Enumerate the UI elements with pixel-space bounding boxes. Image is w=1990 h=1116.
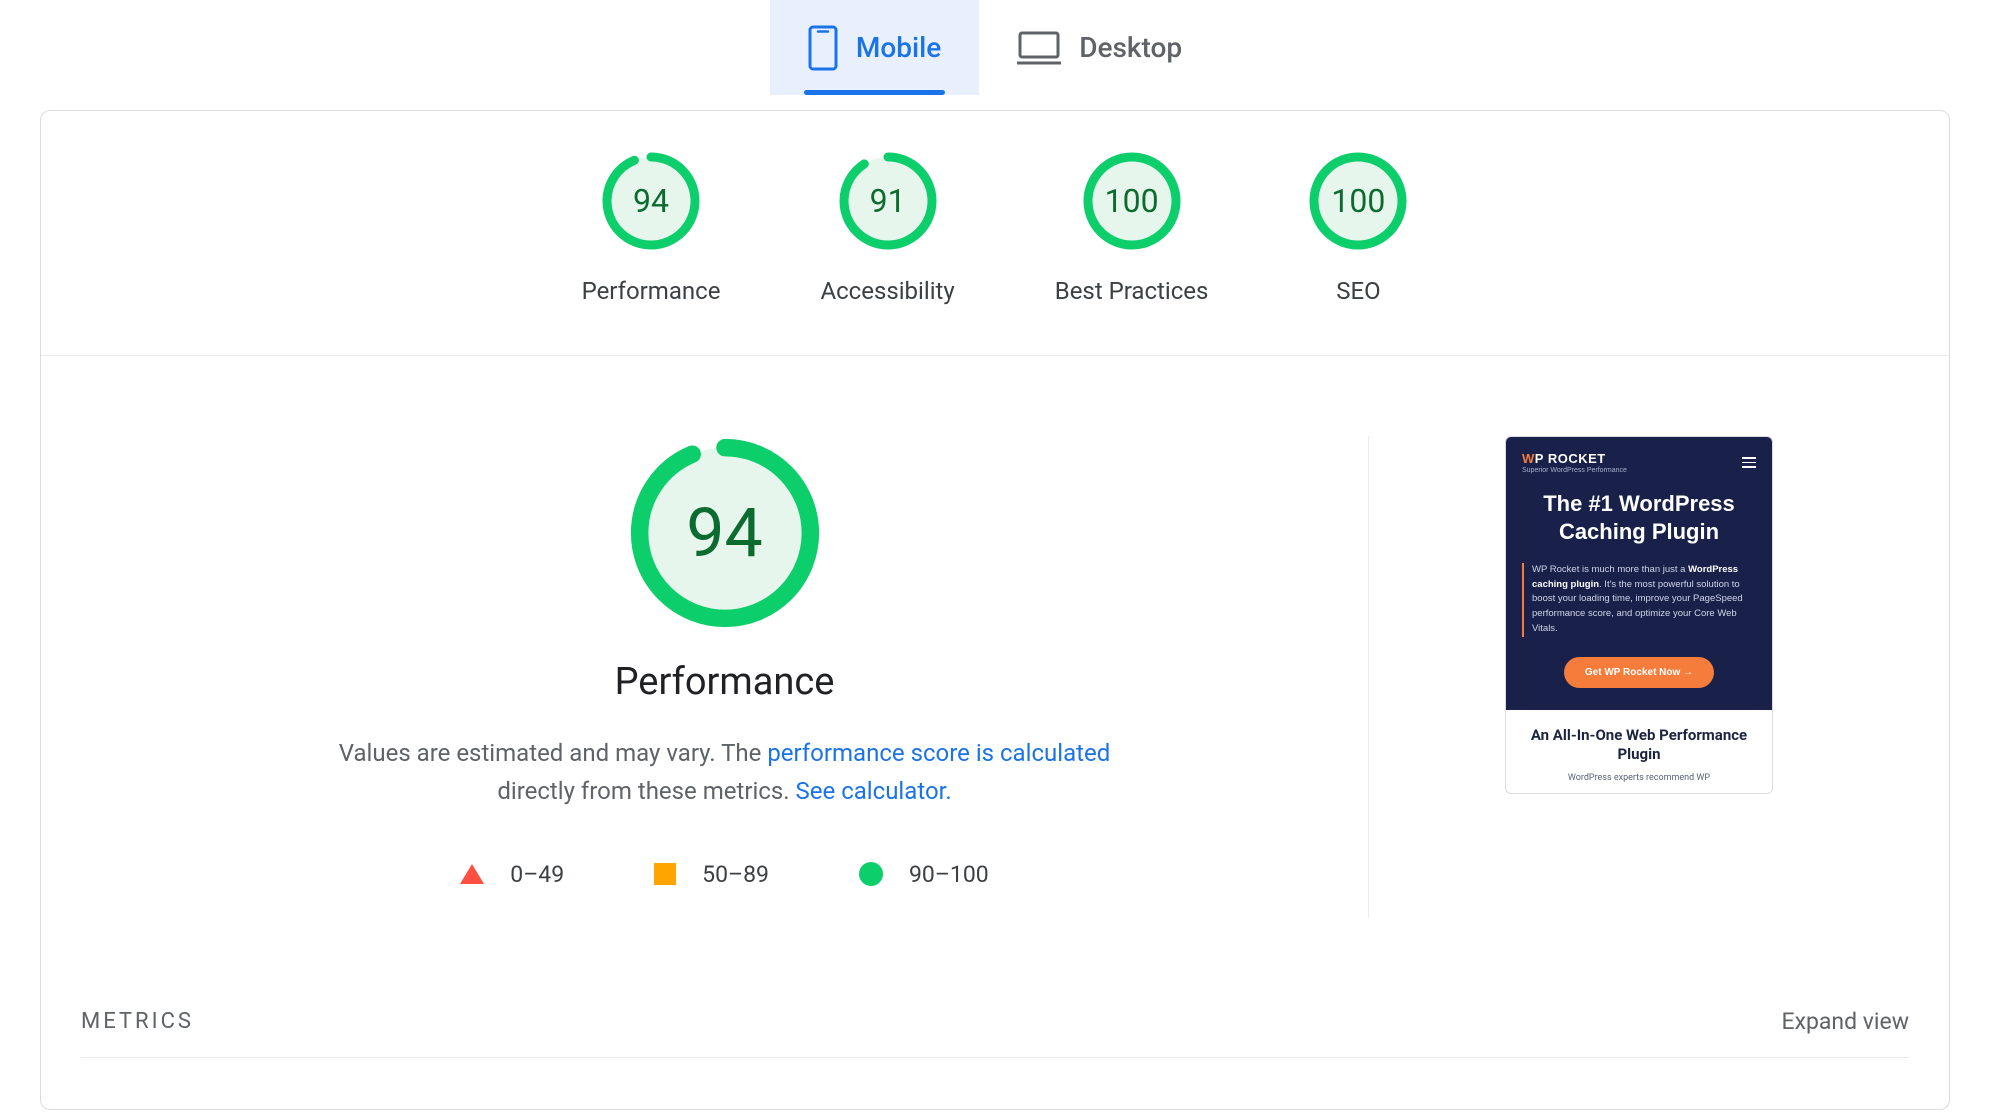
- gauge-performance-score: 94: [601, 151, 701, 251]
- performance-left: 94 Performance Values are estimated and …: [81, 436, 1369, 918]
- circle-green-icon: [859, 862, 883, 886]
- gauge-accessibility[interactable]: 91 Accessibility: [820, 151, 954, 305]
- device-tabs: Mobile Desktop: [0, 0, 1990, 95]
- legend-pass: 90–100: [859, 861, 989, 888]
- tab-desktop-label: Desktop: [1079, 31, 1182, 64]
- gauge-accessibility-label: Accessibility: [820, 277, 954, 305]
- preview-lower-sub: WordPress experts recommend WP: [1516, 773, 1762, 783]
- gauge-performance-label: Performance: [582, 277, 721, 305]
- gauge-performance-ring: 94: [601, 151, 701, 251]
- gauge-seo[interactable]: 100 SEO: [1308, 151, 1408, 305]
- preview-brand-rest: P ROCKET: [1535, 451, 1606, 466]
- preview-body-pre: WP Rocket is much more than just a: [1532, 564, 1688, 575]
- legend-average-range: 50–89: [702, 861, 769, 888]
- mobile-icon: [808, 25, 838, 71]
- preview-headline: The #1 WordPress Caching Plugin: [1522, 490, 1756, 545]
- gauge-seo-label: SEO: [1336, 277, 1380, 305]
- performance-big-score: 94: [628, 436, 822, 630]
- preview-brand-w: W: [1522, 451, 1535, 466]
- gauge-best-practices-score: 100: [1082, 151, 1182, 251]
- performance-big-gauge: 94: [628, 436, 822, 630]
- preview-lower-title: An All-In-One Web Performance Plugin: [1516, 726, 1762, 765]
- preview-brand-row: WP ROCKET Superior WordPress Performance: [1522, 451, 1756, 474]
- legend-average: 50–89: [654, 861, 769, 888]
- preview-lower: An All-In-One Web Performance Plugin Wor…: [1506, 710, 1772, 793]
- triangle-red-icon: [460, 864, 484, 884]
- legend-fail: 0–49: [460, 861, 564, 888]
- preview-cta: Get WP Rocket Now →: [1564, 657, 1714, 688]
- site-preview: WP ROCKET Superior WordPress Performance…: [1505, 436, 1773, 794]
- report-container: 94 Performance 91 Accessibility 100: [40, 110, 1950, 1110]
- link-score-calculated[interactable]: performance score is calculated: [767, 739, 1110, 767]
- gauge-best-practices-ring: 100: [1082, 151, 1182, 251]
- metrics-header: METRICS Expand view: [41, 1008, 1949, 1035]
- gauge-accessibility-ring: 91: [838, 151, 938, 251]
- link-see-calculator[interactable]: See calculator.: [796, 777, 952, 805]
- tab-mobile[interactable]: Mobile: [770, 0, 979, 95]
- perf-desc-prefix: Values are estimated and may vary. The: [339, 739, 768, 767]
- desktop-icon: [1017, 30, 1061, 66]
- gauge-accessibility-score: 91: [838, 151, 938, 251]
- hamburger-icon: [1742, 457, 1756, 468]
- legend-fail-range: 0–49: [510, 861, 564, 888]
- summary-row: 94 Performance 91 Accessibility 100: [41, 151, 1949, 356]
- gauge-seo-ring: 100: [1308, 151, 1408, 251]
- gauge-best-practices[interactable]: 100 Best Practices: [1055, 151, 1209, 305]
- score-legend: 0–49 50–89 90–100: [460, 861, 988, 888]
- gauge-performance[interactable]: 94 Performance: [582, 151, 721, 305]
- gauge-seo-score: 100: [1308, 151, 1408, 251]
- performance-description: Values are estimated and may vary. The p…: [335, 734, 1115, 811]
- preview-hero: WP ROCKET Superior WordPress Performance…: [1506, 437, 1772, 710]
- performance-right: WP ROCKET Superior WordPress Performance…: [1369, 436, 1909, 794]
- square-orange-icon: [654, 863, 676, 885]
- metrics-divider: [81, 1057, 1909, 1058]
- metrics-title: METRICS: [81, 1009, 194, 1034]
- perf-desc-mid: directly from these metrics.: [497, 777, 795, 805]
- preview-brand-sub: Superior WordPress Performance: [1522, 467, 1627, 474]
- legend-pass-range: 90–100: [909, 861, 989, 888]
- performance-title: Performance: [615, 660, 835, 704]
- preview-body: WP Rocket is much more than just a WordP…: [1522, 563, 1756, 637]
- tab-mobile-label: Mobile: [856, 31, 941, 64]
- tab-desktop[interactable]: Desktop: [979, 0, 1220, 95]
- gauge-best-practices-label: Best Practices: [1055, 277, 1209, 305]
- preview-brand: WP ROCKET Superior WordPress Performance: [1522, 451, 1627, 474]
- performance-section: 94 Performance Values are estimated and …: [41, 356, 1949, 918]
- expand-view-button[interactable]: Expand view: [1782, 1008, 1910, 1035]
